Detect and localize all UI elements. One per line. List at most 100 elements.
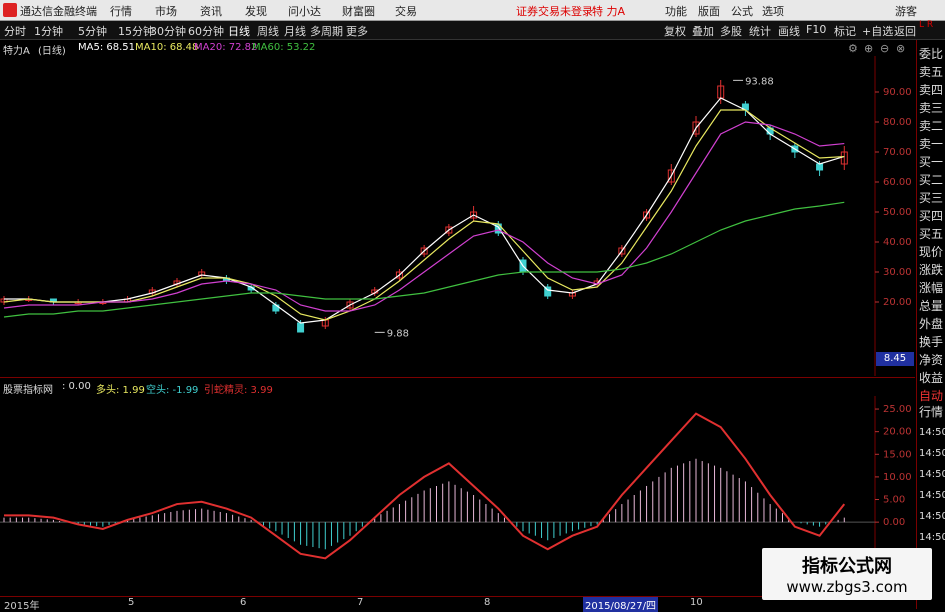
right-menu-0[interactable]: 功能 [665, 3, 687, 19]
order-item-6: 买一 [919, 155, 944, 169]
time-label-4: 14:50 [919, 511, 945, 522]
indicator-y-tick-label: 0.00 [883, 517, 905, 528]
period-5[interactable]: 60分钟 [188, 23, 224, 39]
stock-name-title: 特 力A [592, 5, 626, 18]
candle-body [297, 322, 305, 333]
order-item-5: 卖一 [919, 137, 944, 151]
panel-lr-label[interactable]: L R [919, 19, 933, 32]
order-item-14: 总量 [919, 299, 944, 313]
login-notice[interactable]: 证券交易未登录 [516, 3, 593, 19]
menu-item-2[interactable]: 资讯 [200, 3, 222, 19]
order-item-3: 卖三 [919, 101, 944, 115]
tool-btn-6[interactable]: 标记 [834, 23, 856, 39]
period-toolbar: 分时 1分钟 5分钟 15分钟 30分钟 60分钟 日线 周线 月线 多周期 更… [0, 21, 945, 40]
menu-item-1[interactable]: 市场 [155, 3, 177, 19]
order-item-8: 买三 [919, 191, 944, 205]
menu-item-4[interactable]: 问小达 [288, 3, 321, 19]
time-label-0: 14:50 [919, 427, 945, 438]
right-menu-2[interactable]: 公式 [731, 3, 753, 19]
period-0[interactable]: 分时 [4, 23, 26, 39]
indicator-legend: 股票指标网 : 0.00 多头: 1.99 空头: -1.99 引蛇精灵: 3.… [0, 380, 915, 396]
menu-item-0[interactable]: 行情 [110, 3, 132, 19]
period-2[interactable]: 5分钟 [78, 23, 107, 39]
close-icon[interactable]: ⊗ [896, 42, 905, 55]
x-tick-4: 8 [484, 597, 491, 608]
period-10[interactable]: 更多 [346, 23, 368, 39]
price-y-tick-label: 90.00 [883, 87, 912, 98]
tool-btn-5[interactable]: F10 [806, 23, 826, 36]
order-item-9: 买四 [919, 209, 944, 223]
period-3[interactable]: 15分钟 [118, 23, 154, 39]
app-title: 通达信金融终端 [20, 5, 97, 18]
menu-item-6[interactable]: 交易 [395, 3, 417, 19]
candle-body [816, 163, 824, 171]
period-9[interactable]: 多周期 [310, 23, 343, 39]
order-item-18: 收益 [919, 371, 944, 385]
tab-auto[interactable]: 自动 [919, 390, 943, 403]
period-7[interactable]: 周线 [257, 23, 279, 39]
ma-stock-name: 特力A [3, 46, 30, 57]
period-6[interactable]: 日线 [228, 23, 250, 39]
settings-gear-icon[interactable]: ⚙ [848, 42, 858, 55]
indicator-y-tick-label: 5.00 [883, 495, 905, 506]
order-item-13: 涨幅 [919, 281, 944, 295]
zoom-out-icon[interactable]: ⊖ [880, 42, 889, 55]
order-item-0: 委比 [919, 47, 944, 61]
guest-label[interactable]: 游客 [895, 3, 917, 19]
menu-item-5[interactable]: 财富圈 [342, 3, 375, 19]
indicator-snake-label: 引蛇精灵: 3.99 [204, 385, 273, 396]
period-8[interactable]: 月线 [284, 23, 306, 39]
zoom-in-icon[interactable]: ⊕ [864, 42, 873, 55]
indicator-value: : 0.00 [62, 381, 91, 392]
period-1[interactable]: 1分钟 [34, 23, 63, 39]
tab-quote[interactable]: 行情 [919, 406, 943, 419]
x-tick-3: 7 [357, 597, 364, 608]
ma20-label: MA20: 72.82 [194, 42, 258, 53]
price-y-tick-label: 40.00 [883, 237, 912, 248]
tool-btn-1[interactable]: 叠加 [692, 23, 714, 39]
order-item-2: 卖四 [919, 83, 944, 97]
indicator-long-label: 多头: 1.99 [96, 385, 145, 396]
app-logo-icon [3, 3, 17, 17]
time-label-2: 14:50 [919, 469, 945, 480]
price-y-tick-label: 50.00 [883, 207, 912, 218]
snake-spirit-line [4, 412, 846, 560]
price-y-tick-label: 20.00 [883, 297, 912, 308]
indicator-name: 股票指标网 [3, 385, 53, 396]
menu-item-3[interactable]: 发现 [245, 3, 267, 19]
tool-btn-2[interactable]: 多股 [720, 23, 742, 39]
ma-line-ma5 [4, 97, 845, 324]
order-item-10: 买五 [919, 227, 944, 241]
order-item-7: 买二 [919, 173, 944, 187]
price-chart[interactable]: 20.00 30.00 40.00 50.00 60.00 70.00 80.00 90.00… [0, 56, 915, 376]
order-item-4: 卖二 [919, 119, 944, 133]
title-bar: 通达信金融终端 行情 市场 资讯 发现 问小达 财富圈 交易 证券交易未登录 特… [0, 0, 945, 21]
order-item-16: 换手 [919, 335, 944, 349]
tool-btn-3[interactable]: 统计 [749, 23, 771, 39]
ma5-label: MA5: 68.51 [78, 42, 136, 53]
order-item-15: 外盘 [919, 317, 944, 331]
order-item-11: 现价 [919, 245, 944, 259]
ma10-label: MA10: 68.48 [135, 42, 199, 53]
x-tick-cursor-date: 2015/08/27/四 [583, 597, 659, 612]
indicator-y-tick-label: 10.00 [883, 472, 912, 483]
right-menu-1[interactable]: 版面 [698, 3, 720, 19]
period-4[interactable]: 30分钟 [150, 23, 186, 39]
ma-legend: 特力A (日线) MA5: 68.51 MA10: 68.48 MA20: 72… [0, 40, 915, 57]
watermark-logo: 指标公式网 www.zbgs3.com [762, 548, 932, 600]
tool-btn-4[interactable]: 画线 [778, 23, 800, 39]
right-menu-3[interactable]: 选项 [762, 3, 784, 19]
x-tick-6: 10 [690, 597, 703, 608]
tool-btn-7[interactable]: +自选 [862, 23, 893, 39]
ma-line-ma10 [3, 109, 845, 321]
pane-divider[interactable] [0, 377, 915, 378]
watermark-title: 指标公式网 [802, 556, 892, 577]
indicator-y-tick-label: 20.00 [883, 427, 912, 438]
order-item-1: 卖五 [919, 65, 944, 79]
indicator-y-tick-label: 15.00 [883, 449, 912, 460]
tool-btn-0[interactable]: 复权 [664, 23, 686, 39]
x-tick-1: 5 [128, 597, 135, 608]
tool-btn-8[interactable]: 返回 [894, 23, 916, 39]
watermark-url: www.zbgs3.com [786, 578, 908, 596]
order-book-panel: L R 委比 卖五 卖四 卖三 卖二 卖一 买一 买二 买三 买四 买五 现价 … [916, 20, 945, 609]
